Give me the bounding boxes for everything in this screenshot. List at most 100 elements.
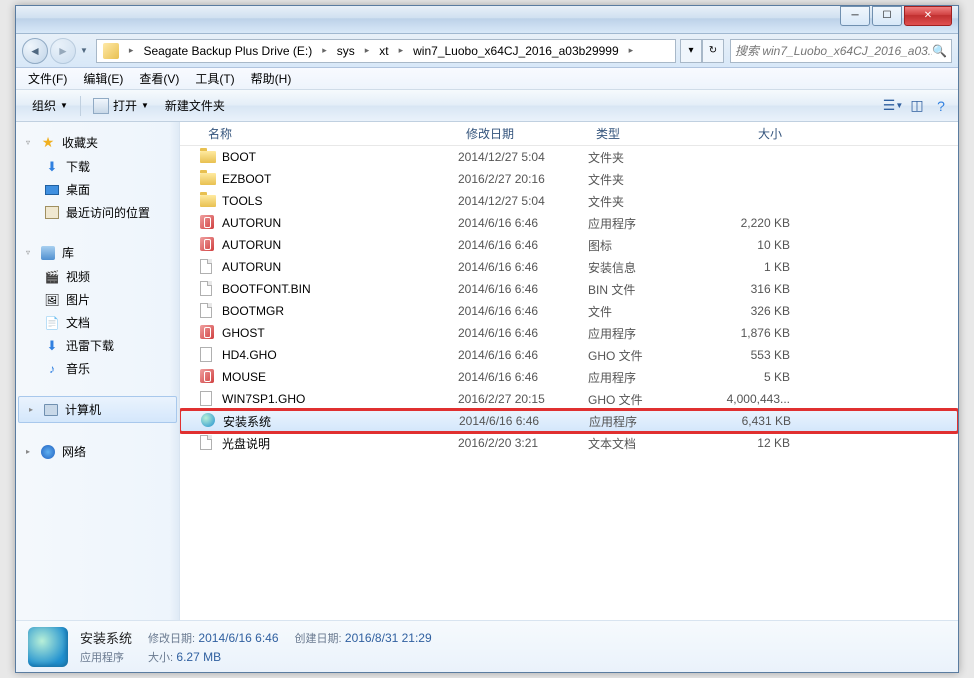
file-type: 图标	[588, 237, 700, 254]
sidebar-libraries[interactable]: ▿库	[16, 240, 179, 265]
file-name: AUTORUN	[222, 260, 458, 274]
picture-icon: 🖼	[44, 292, 60, 308]
address-buttons: ▾ ↻	[680, 39, 724, 63]
file-row[interactable]: MOUSE2014/6/16 6:46应用程序5 KB	[180, 366, 958, 388]
close-button[interactable]: ✕	[904, 6, 952, 26]
search-icon[interactable]: 🔍	[932, 44, 947, 58]
new-folder-button[interactable]: 新建文件夹	[157, 93, 233, 118]
file-size: 10 KB	[700, 238, 790, 252]
music-icon: ♪	[44, 361, 60, 377]
preview-pane-button[interactable]: ◫	[908, 97, 926, 115]
menu-edit[interactable]: 编辑(E)	[75, 68, 131, 89]
menu-help[interactable]: 帮助(H)	[243, 68, 300, 89]
file-row[interactable]: EZBOOT2016/2/27 20:16文件夹	[180, 168, 958, 190]
file-row[interactable]: GHOST2014/6/16 6:46应用程序1,876 KB	[180, 322, 958, 344]
menu-tools[interactable]: 工具(T)	[187, 68, 242, 89]
search-input[interactable]	[735, 44, 932, 58]
sidebar-favorites[interactable]: ▿★收藏夹	[16, 130, 179, 155]
refresh-button[interactable]: ↻	[702, 39, 724, 63]
breadcrumb-segment[interactable]: xt	[375, 44, 392, 58]
file-list[interactable]: BOOT2014/12/27 5:04文件夹EZBOOT2016/2/27 20…	[180, 146, 958, 620]
chevron-down-icon: ▼	[60, 101, 68, 110]
file-date: 2014/6/16 6:46	[458, 238, 588, 252]
details-pane: 安装系统 修改日期: 2014/6/16 6:46 创建日期: 2016/8/3…	[16, 620, 958, 672]
help-button[interactable]: ?	[932, 97, 950, 115]
body-area: ▿★收藏夹 ⬇下载 桌面 最近访问的位置 ▿库 🎬视频 🖼图片 📄文档 ⬇迅雷下…	[16, 122, 958, 620]
breadcrumb[interactable]: ▸ Seagate Backup Plus Drive (E:) ▸ sys ▸…	[96, 39, 676, 63]
file-row[interactable]: BOOTMGR2014/6/16 6:46文件326 KB	[180, 300, 958, 322]
collapse-icon: ▿	[26, 248, 34, 257]
details-filename: 安装系统	[80, 628, 132, 647]
file-type: 应用程序	[588, 215, 700, 232]
file-icon	[200, 171, 218, 187]
sidebar-network[interactable]: ▸网络	[16, 439, 179, 464]
column-size[interactable]: 大小	[700, 125, 790, 142]
breadcrumb-segment[interactable]: win7_Luobo_x64CJ_2016_a03b29999	[409, 44, 623, 58]
file-row[interactable]: AUTORUN2014/6/16 6:46图标10 KB	[180, 234, 958, 256]
file-size: 2,220 KB	[700, 216, 790, 230]
sidebar-item-videos[interactable]: 🎬视频	[16, 265, 179, 288]
breadcrumb-segment[interactable]: Seagate Backup Plus Drive (E:)	[139, 44, 316, 58]
file-row[interactable]: AUTORUN2014/6/16 6:46安装信息1 KB	[180, 256, 958, 278]
window-controls: ─ ☐ ✕	[840, 6, 958, 26]
file-name: GHOST	[222, 326, 458, 340]
file-name: AUTORUN	[222, 238, 458, 252]
column-type[interactable]: 类型	[588, 125, 700, 142]
file-icon	[200, 303, 218, 319]
file-row[interactable]: BOOTFONT.BIN2014/6/16 6:46BIN 文件316 KB	[180, 278, 958, 300]
file-size: 5 KB	[700, 370, 790, 384]
open-button[interactable]: 打开 ▼	[85, 93, 157, 118]
desktop-icon	[44, 182, 60, 198]
back-button[interactable]: ◄	[22, 38, 48, 64]
file-row[interactable]: BOOT2014/12/27 5:04文件夹	[180, 146, 958, 168]
file-icon	[200, 391, 218, 407]
file-row[interactable]: HD4.GHO2014/6/16 6:46GHO 文件553 KB	[180, 344, 958, 366]
sidebar-item-pictures[interactable]: 🖼图片	[16, 288, 179, 311]
breadcrumb-segment[interactable]: sys	[333, 44, 359, 58]
sidebar-item-recent[interactable]: 最近访问的位置	[16, 201, 179, 224]
view-options-button[interactable]: ☰ ▼	[884, 97, 902, 115]
file-row[interactable]: 安装系统2014/6/16 6:46应用程序6,431 KB	[180, 410, 958, 432]
file-type: 应用程序	[589, 413, 701, 430]
file-name: TOOLS	[222, 194, 458, 208]
file-row[interactable]: TOOLS2014/12/27 5:04文件夹	[180, 190, 958, 212]
minimize-button[interactable]: ─	[840, 6, 870, 26]
file-date: 2014/6/16 6:46	[458, 326, 588, 340]
chevron-right-icon[interactable]: ▸	[123, 45, 140, 56]
menu-file[interactable]: 文件(F)	[20, 68, 75, 89]
forward-button[interactable]: ►	[50, 38, 76, 64]
sidebar-computer[interactable]: ▸计算机	[18, 396, 177, 423]
library-icon	[40, 245, 56, 261]
file-date: 2014/12/27 5:04	[458, 150, 588, 164]
expand-icon: ▸	[26, 447, 34, 456]
history-dropdown-icon[interactable]: ▼	[80, 46, 88, 55]
organize-button[interactable]: 组织 ▼	[24, 93, 76, 118]
file-row[interactable]: AUTORUN2014/6/16 6:46应用程序2,220 KB	[180, 212, 958, 234]
chevron-right-icon[interactable]: ▸	[316, 45, 333, 56]
sidebar-item-documents[interactable]: 📄文档	[16, 311, 179, 334]
file-name: WIN7SP1.GHO	[222, 392, 458, 406]
file-name: BOOTMGR	[222, 304, 458, 318]
sidebar-item-desktop[interactable]: 桌面	[16, 178, 179, 201]
sidebar-item-music[interactable]: ♪音乐	[16, 357, 179, 380]
file-date: 2016/2/20 3:21	[458, 436, 588, 450]
sidebar-item-xunlei[interactable]: ⬇迅雷下载	[16, 334, 179, 357]
maximize-button[interactable]: ☐	[872, 6, 902, 26]
address-dropdown-button[interactable]: ▾	[680, 39, 702, 63]
file-row[interactable]: WIN7SP1.GHO2016/2/27 20:15GHO 文件4,000,44…	[180, 388, 958, 410]
sidebar-item-downloads[interactable]: ⬇下载	[16, 155, 179, 178]
file-row[interactable]: 光盘说明2016/2/20 3:21文本文档12 KB	[180, 432, 958, 454]
file-date: 2014/6/16 6:46	[458, 260, 588, 274]
file-type: 文件夹	[588, 193, 700, 210]
chevron-right-icon[interactable]: ▸	[393, 45, 410, 56]
search-box[interactable]: 🔍	[730, 39, 952, 63]
chevron-right-icon[interactable]: ▸	[623, 45, 640, 56]
file-date: 2014/6/16 6:46	[458, 304, 588, 318]
chevron-right-icon[interactable]: ▸	[359, 45, 376, 56]
menu-view[interactable]: 查看(V)	[131, 68, 187, 89]
file-icon	[200, 259, 218, 275]
file-size: 4,000,443...	[700, 392, 790, 406]
column-date[interactable]: 修改日期	[458, 125, 588, 142]
file-date: 2014/6/16 6:46	[458, 370, 588, 384]
column-name[interactable]: 名称	[200, 125, 458, 142]
